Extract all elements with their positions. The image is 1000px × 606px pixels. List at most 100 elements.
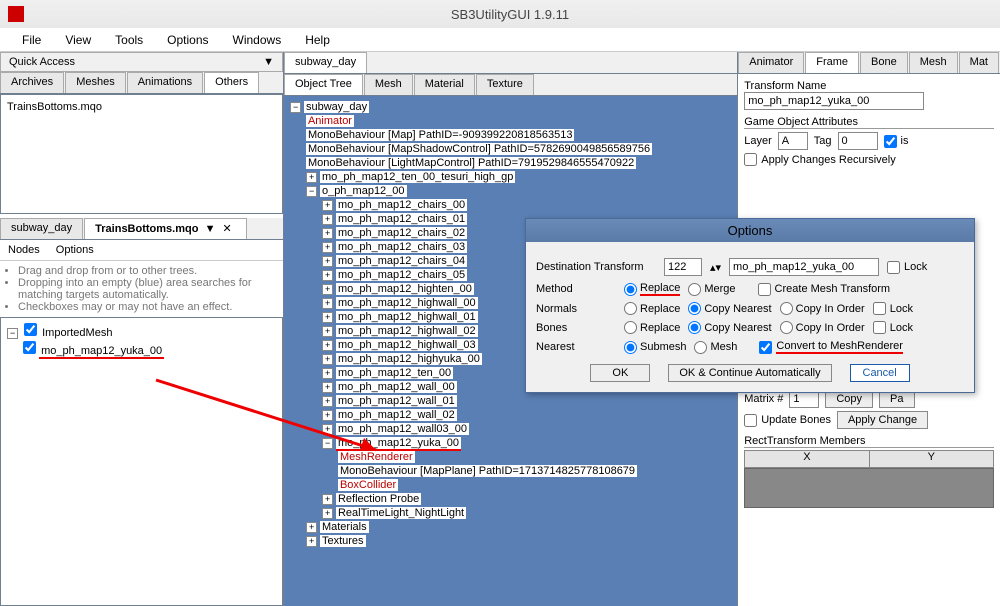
- quick-access-header[interactable]: Quick Access ▼: [0, 52, 283, 72]
- tab-bone[interactable]: Bone: [860, 52, 908, 73]
- expand-icon[interactable]: +: [322, 396, 333, 407]
- expand-icon[interactable]: +: [322, 326, 333, 337]
- n-copynearest-radio[interactable]: [688, 302, 701, 315]
- tag-input[interactable]: [838, 132, 878, 150]
- expand-icon[interactable]: +: [322, 382, 333, 393]
- expand-icon[interactable]: +: [322, 424, 333, 435]
- tab-object-tree[interactable]: Object Tree: [284, 74, 363, 95]
- expand-icon[interactable]: +: [322, 298, 333, 309]
- tree-node[interactable]: +mo_ph_map12_ten_00_tesuri_high_gp: [304, 170, 733, 184]
- dest-name-input[interactable]: [729, 258, 879, 276]
- tab-material[interactable]: Material: [414, 74, 475, 95]
- tab-frame[interactable]: Frame: [805, 52, 859, 73]
- doc-tab-subway[interactable]: subway_day: [0, 218, 83, 239]
- tree-node[interactable]: +Reflection Probe: [320, 492, 733, 506]
- is-checkbox[interactable]: [884, 135, 897, 148]
- replace-radio[interactable]: [624, 283, 637, 296]
- convert-checkbox[interactable]: [759, 341, 772, 354]
- menu-file[interactable]: File: [10, 33, 53, 47]
- doc-tab-subway-mid[interactable]: subway_day: [284, 52, 367, 73]
- tab-animator[interactable]: Animator: [738, 52, 804, 73]
- apply-recursive-checkbox[interactable]: [744, 153, 757, 166]
- tab-mesh[interactable]: Mesh: [364, 74, 413, 95]
- expand-icon[interactable]: +: [322, 410, 333, 421]
- tab-others[interactable]: Others: [204, 72, 259, 93]
- apply-changes-button[interactable]: Apply Change: [837, 411, 928, 429]
- expand-icon[interactable]: −: [322, 438, 333, 449]
- tab-mesh-r[interactable]: Mesh: [909, 52, 958, 73]
- expand-icon[interactable]: +: [322, 256, 333, 267]
- tree-node-meshrenderer[interactable]: MeshRenderer: [336, 450, 733, 464]
- menu-tools[interactable]: Tools: [103, 33, 155, 47]
- tree-node[interactable]: +Materials: [304, 520, 733, 534]
- n-copyorder-radio[interactable]: [780, 302, 793, 315]
- layer-input[interactable]: [778, 132, 808, 150]
- tree-node[interactable]: −subway_day: [288, 100, 733, 114]
- tab-archives[interactable]: Archives: [0, 72, 64, 93]
- merge-radio[interactable]: [688, 283, 701, 296]
- expand-icon[interactable]: +: [322, 200, 333, 211]
- tree-node[interactable]: +mo_ph_map12_wall_02: [320, 408, 733, 422]
- mesh-radio[interactable]: [694, 341, 707, 354]
- tree-node[interactable]: +mo_ph_map12_chairs_00: [320, 198, 733, 212]
- tree-node[interactable]: MonoBehaviour [LightMapControl] PathID=7…: [304, 156, 733, 170]
- doc-tab-trains[interactable]: TrainsBottoms.mqo ▼ ✕: [84, 218, 247, 239]
- tree-node[interactable]: MonoBehaviour [MapShadowControl] PathID=…: [304, 142, 733, 156]
- submenu-options[interactable]: Options: [56, 244, 94, 256]
- menu-options[interactable]: Options: [155, 33, 220, 47]
- tree-node-root[interactable]: − ImportedMesh: [5, 322, 278, 340]
- create-mesh-checkbox[interactable]: [758, 283, 771, 296]
- lock-checkbox[interactable]: [887, 261, 900, 274]
- expand-icon[interactable]: +: [322, 228, 333, 239]
- menu-help[interactable]: Help: [293, 33, 342, 47]
- expand-icon[interactable]: +: [322, 242, 333, 253]
- tree-node[interactable]: +RealTimeLight_NightLight: [320, 506, 733, 520]
- update-bones-checkbox[interactable]: [744, 414, 757, 427]
- pin-icon[interactable]: ▼: [205, 223, 216, 235]
- tree-node[interactable]: −mo_ph_map12_yuka_00: [320, 436, 733, 450]
- tree-node-animator[interactable]: Animator: [304, 114, 733, 128]
- tree-node[interactable]: +Textures: [304, 534, 733, 548]
- expand-icon[interactable]: +: [322, 270, 333, 281]
- transform-name-input[interactable]: [744, 92, 924, 110]
- tree-node[interactable]: MonoBehaviour [MapPlane] PathID=17137148…: [336, 464, 733, 478]
- expand-icon[interactable]: +: [322, 340, 333, 351]
- n-lock-checkbox[interactable]: [873, 302, 886, 315]
- cancel-button[interactable]: Cancel: [850, 364, 910, 382]
- transform-name-label: Transform Name: [744, 80, 994, 92]
- collapse-icon[interactable]: −: [7, 328, 18, 339]
- tab-animations[interactable]: Animations: [127, 72, 203, 93]
- close-icon[interactable]: ✕: [219, 223, 236, 235]
- ok-continue-button[interactable]: OK & Continue Automatically: [668, 364, 831, 382]
- node-checkbox[interactable]: [24, 323, 37, 336]
- tab-meshes[interactable]: Meshes: [65, 72, 126, 93]
- tree-node-child[interactable]: mo_ph_map12_yuka_00: [21, 340, 278, 358]
- b-replace-radio[interactable]: [624, 321, 637, 334]
- menu-windows[interactable]: Windows: [221, 33, 294, 47]
- menu-view[interactable]: View: [53, 33, 103, 47]
- expand-icon[interactable]: +: [322, 214, 333, 225]
- submenu-nodes[interactable]: Nodes: [8, 244, 40, 256]
- expand-icon[interactable]: +: [322, 368, 333, 379]
- tab-texture[interactable]: Texture: [476, 74, 534, 95]
- file-item[interactable]: TrainsBottoms.mqo: [5, 99, 278, 115]
- tree-node[interactable]: MonoBehaviour [Map] PathID=-909399220818…: [304, 128, 733, 142]
- expand-icon[interactable]: +: [322, 354, 333, 365]
- b-copynearest-radio[interactable]: [688, 321, 701, 334]
- b-lock-checkbox[interactable]: [873, 321, 886, 334]
- expand-icon[interactable]: +: [322, 312, 333, 323]
- n-replace-radio[interactable]: [624, 302, 637, 315]
- tree-node[interactable]: +mo_ph_map12_wall03_00: [320, 422, 733, 436]
- dest-num-input[interactable]: [664, 258, 702, 276]
- b-copyorder-radio[interactable]: [780, 321, 793, 334]
- tree-node[interactable]: +mo_ph_map12_wall_01: [320, 394, 733, 408]
- submesh-radio[interactable]: [624, 341, 637, 354]
- chevron-down-icon[interactable]: ▼: [263, 56, 274, 68]
- node-checkbox[interactable]: [23, 341, 36, 354]
- tab-mat[interactable]: Mat: [959, 52, 999, 73]
- tree-node-boxcollider[interactable]: BoxCollider: [336, 478, 733, 492]
- ok-button[interactable]: OK: [590, 364, 650, 382]
- spinner-icon[interactable]: ▴▾: [710, 261, 721, 274]
- tree-node[interactable]: −o_ph_map12_00: [304, 184, 733, 198]
- expand-icon[interactable]: +: [322, 284, 333, 295]
